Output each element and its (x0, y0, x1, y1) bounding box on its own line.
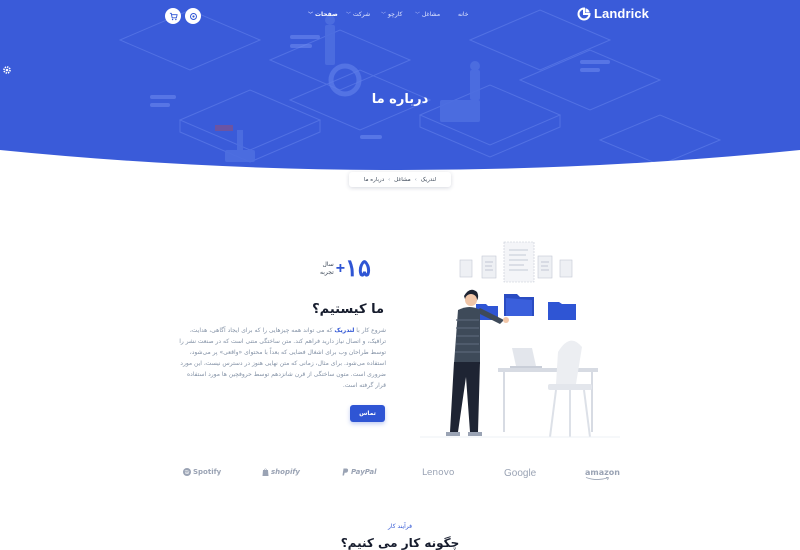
chevron-left-icon: › (388, 176, 391, 183)
nav-item-jobs[interactable]: مشاغل ﹀ (415, 11, 440, 18)
nav-label: مشاغل (422, 11, 441, 18)
paypal-icon (342, 468, 349, 476)
spotify-icon (183, 468, 191, 476)
partner-logo-paypal: PayPal (342, 468, 377, 476)
partner-name: Spotify (193, 468, 222, 476)
about-text-rest: که می تواند همه چیزهایی را که برای ایجاد… (179, 327, 386, 389)
partner-logo-shopify: shopify (262, 468, 300, 476)
stat-label-years: سال (322, 261, 334, 268)
breadcrumb-item[interactable]: لندریک (421, 177, 436, 183)
about-description: شروع کار با لندریک که می تواند همه چیزها… (178, 325, 386, 391)
chevron-down-icon: ﹀ (308, 12, 314, 18)
settings-button[interactable] (185, 8, 201, 24)
page-title: درباره ما (371, 92, 429, 107)
stat-plus: + (335, 259, 346, 277)
nav-item-pages[interactable]: صفحات ﹀ (308, 11, 338, 18)
chevron-left-icon: › (414, 176, 417, 183)
nav-label: کارچو (388, 11, 403, 18)
experience-stat: ۱۵ + سال تجربه (320, 254, 371, 283)
theme-settings-toggle[interactable] (0, 61, 14, 79)
nav-item-home[interactable]: خانه (458, 11, 468, 18)
section-title: ما کیستیم؟ (312, 302, 384, 317)
process-title: چگونه کار می کنیم؟ (340, 536, 460, 550)
partner-name: amazon (585, 468, 620, 477)
breadcrumb-item[interactable]: مشاغل (394, 177, 411, 183)
chevron-down-icon: ﹀ (381, 12, 387, 18)
breadcrumb-current: درباره ما (363, 176, 385, 183)
logo-mark-icon (577, 6, 591, 20)
nav-item-karjo[interactable]: کارچو ﹀ (381, 11, 402, 18)
desk-scene (498, 340, 598, 438)
contact-button[interactable]: تماس (350, 405, 385, 422)
brand-logo[interactable]: Landrick (577, 6, 649, 21)
partner-logo-amazon: amazon (585, 468, 620, 481)
top-navigation: Landrick خانه مشاغل ﹀ کارچو ﹀ شرکت ﹀ صفح… (0, 0, 800, 30)
brand-name: Landrick (594, 6, 649, 21)
person-figure (446, 289, 509, 436)
partner-name: Google (504, 468, 537, 479)
nav-label: صفحات (315, 11, 338, 18)
shopify-bag-icon (262, 468, 269, 476)
about-text-start: شروع کار با (354, 327, 386, 334)
stat-number: ۱۵ (345, 255, 371, 282)
partner-name: shopify (271, 468, 300, 476)
partner-logo-lenovo: Lenovo (422, 468, 454, 478)
amazon-smile-icon (585, 477, 610, 481)
partner-name: Lenovo (422, 468, 455, 478)
partner-logo-google: Google (504, 468, 536, 479)
stat-labels: سال تجربه (320, 261, 334, 276)
nav-label: شرکت (353, 11, 371, 18)
settings-icon (189, 12, 197, 20)
chevron-down-icon: ﹀ (346, 12, 352, 18)
nav-label: خانه (458, 11, 469, 18)
cart-icon (169, 12, 178, 20)
nav-item-company[interactable]: شرکت ﹀ (346, 11, 370, 18)
partner-name: PayPal (351, 468, 377, 476)
partner-logo-spotify: Spotify (183, 468, 221, 476)
breadcrumb: لندریک › مشاغل › درباره ما (349, 172, 451, 187)
about-illustration (420, 241, 620, 438)
document-icons (459, 241, 573, 283)
gear-icon (3, 66, 11, 74)
brand-highlight: لندریک (334, 327, 355, 334)
cart-button[interactable] (165, 8, 181, 24)
chevron-down-icon: ﹀ (415, 12, 421, 18)
stat-label-experience: تجربه (320, 268, 334, 276)
process-subtitle: فرآیند کار (388, 523, 412, 530)
